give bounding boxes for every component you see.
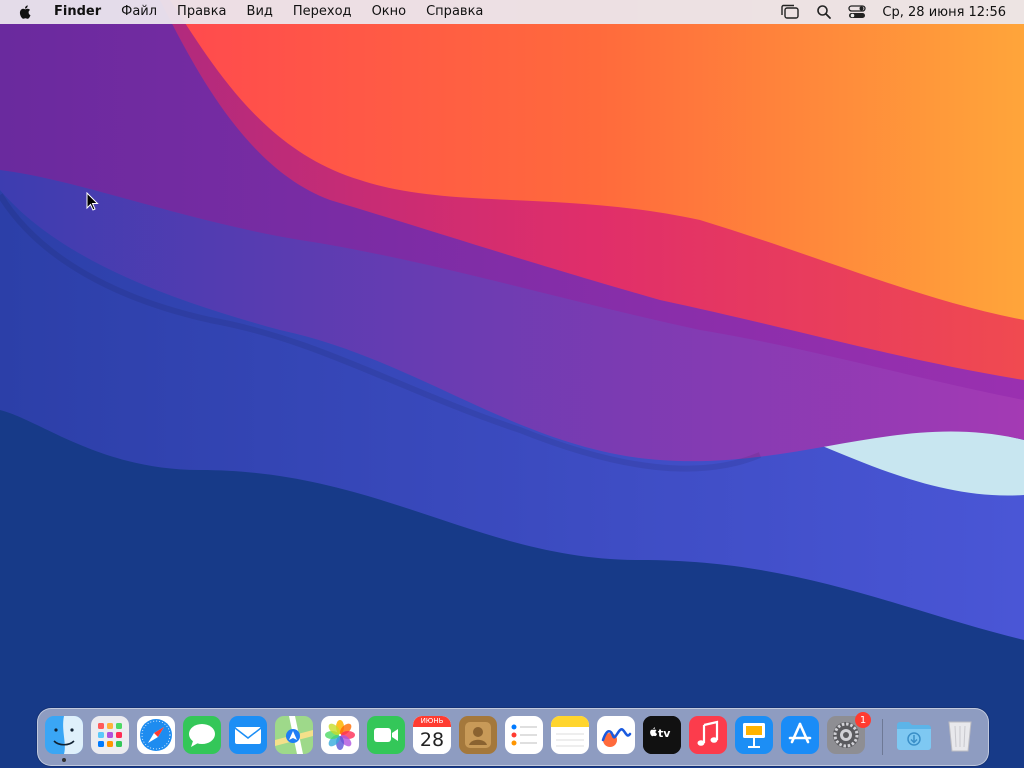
reminders-icon[interactable] <box>505 716 543 754</box>
keynote-icon[interactable] <box>735 716 773 754</box>
menu-file[interactable]: Файл <box>111 0 167 24</box>
downloads-folder-icon[interactable] <box>895 716 933 754</box>
messages-icon[interactable] <box>183 716 221 754</box>
system-settings-icon[interactable]: 1 <box>827 712 871 754</box>
trash-icon[interactable] <box>941 716 979 754</box>
desktop-wallpaper <box>0 0 1024 768</box>
app-store-icon[interactable] <box>781 716 819 754</box>
finder-icon[interactable] <box>45 716 83 754</box>
apple-menu[interactable] <box>0 4 44 20</box>
facetime-icon[interactable] <box>367 716 405 754</box>
stage-manager-icon[interactable] <box>772 4 808 20</box>
menu-help[interactable]: Справка <box>416 0 493 24</box>
menu-bar: Finder Файл Правка Вид Переход Окно Спра… <box>0 0 1024 24</box>
music-icon[interactable] <box>689 716 727 754</box>
tv-icon[interactable]: tv <box>643 716 681 754</box>
finder-running-indicator <box>62 758 66 762</box>
menu-clock[interactable]: Ср, 28 июня 12:56 <box>874 5 1024 20</box>
mouse-cursor-icon <box>86 191 100 216</box>
calendar-day: 28 <box>413 727 451 754</box>
freeform-icon[interactable] <box>597 716 635 754</box>
contacts-icon[interactable] <box>459 716 497 754</box>
notes-icon[interactable] <box>551 716 589 754</box>
control-center-icon[interactable] <box>840 4 874 20</box>
menu-window[interactable]: Окно <box>362 0 417 24</box>
mail-icon[interactable] <box>229 716 267 754</box>
dock: ИЮНЬ 28 tv 1 <box>37 708 989 766</box>
calendar-icon[interactable]: ИЮНЬ 28 <box>413 716 451 754</box>
dock-separator <box>882 719 883 755</box>
photos-icon[interactable] <box>321 716 359 754</box>
app-menu-finder[interactable]: Finder <box>44 0 111 24</box>
menu-edit[interactable]: Правка <box>167 0 236 24</box>
notification-badge: 1 <box>855 712 871 728</box>
apple-icon <box>19 5 31 19</box>
launchpad-icon[interactable] <box>91 716 129 754</box>
menu-go[interactable]: Переход <box>283 0 362 24</box>
tv-label: tv <box>658 727 671 740</box>
menu-view[interactable]: Вид <box>237 0 283 24</box>
calendar-month: ИЮНЬ <box>413 716 451 727</box>
safari-icon[interactable] <box>137 716 175 754</box>
search-icon[interactable] <box>808 4 840 20</box>
maps-icon[interactable] <box>275 716 313 754</box>
